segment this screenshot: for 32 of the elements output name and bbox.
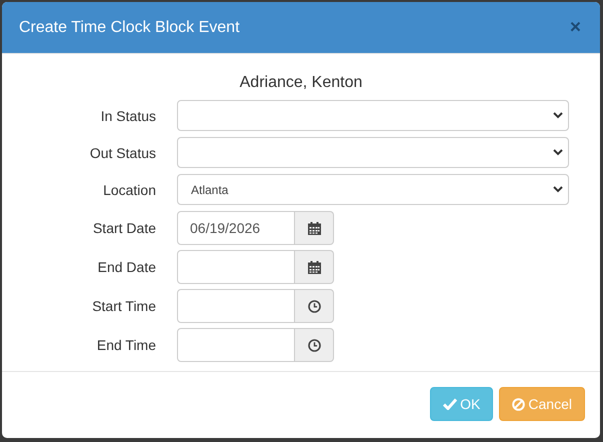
employee-name: Adriance, Kenton bbox=[240, 74, 362, 92]
calendar-icon bbox=[308, 260, 320, 274]
dropdown-field[interactable] bbox=[177, 100, 569, 131]
clock-button[interactable] bbox=[295, 328, 334, 362]
field-label: Location bbox=[103, 182, 156, 198]
field-label: Start Date bbox=[92, 220, 156, 236]
check-icon bbox=[443, 398, 458, 410]
field-label: Start Time bbox=[92, 298, 156, 314]
chevron-down-icon bbox=[553, 149, 563, 156]
clock-icon bbox=[308, 300, 320, 312]
calendar-icon bbox=[308, 222, 320, 234]
dropdown-field[interactable]: Atlanta bbox=[177, 174, 569, 205]
clock-icon bbox=[308, 338, 320, 352]
chevron-down-icon bbox=[553, 112, 563, 119]
time-field[interactable] bbox=[177, 289, 295, 323]
clock-button[interactable] bbox=[295, 289, 334, 323]
field-label: In Status bbox=[100, 108, 156, 124]
field-label: Out Status bbox=[90, 144, 156, 160]
cancel-button[interactable]: Cancel bbox=[499, 387, 585, 421]
dialog-title: Create Time Clock Block Event bbox=[19, 18, 240, 36]
calendar-button[interactable] bbox=[295, 211, 334, 245]
date-field[interactable]: 06/19/2026 bbox=[177, 211, 295, 245]
dropdown-field[interactable] bbox=[177, 137, 569, 168]
date-field[interactable] bbox=[177, 250, 295, 284]
ok-button[interactable]: OK bbox=[430, 387, 494, 421]
field-label: End Time bbox=[96, 337, 156, 353]
close-button[interactable]: × bbox=[570, 18, 581, 37]
calendar-button[interactable] bbox=[295, 250, 334, 284]
field-label: End Date bbox=[98, 259, 156, 275]
ban-icon bbox=[512, 398, 526, 410]
chevron-down-icon bbox=[553, 186, 563, 193]
time-field[interactable] bbox=[177, 328, 295, 362]
